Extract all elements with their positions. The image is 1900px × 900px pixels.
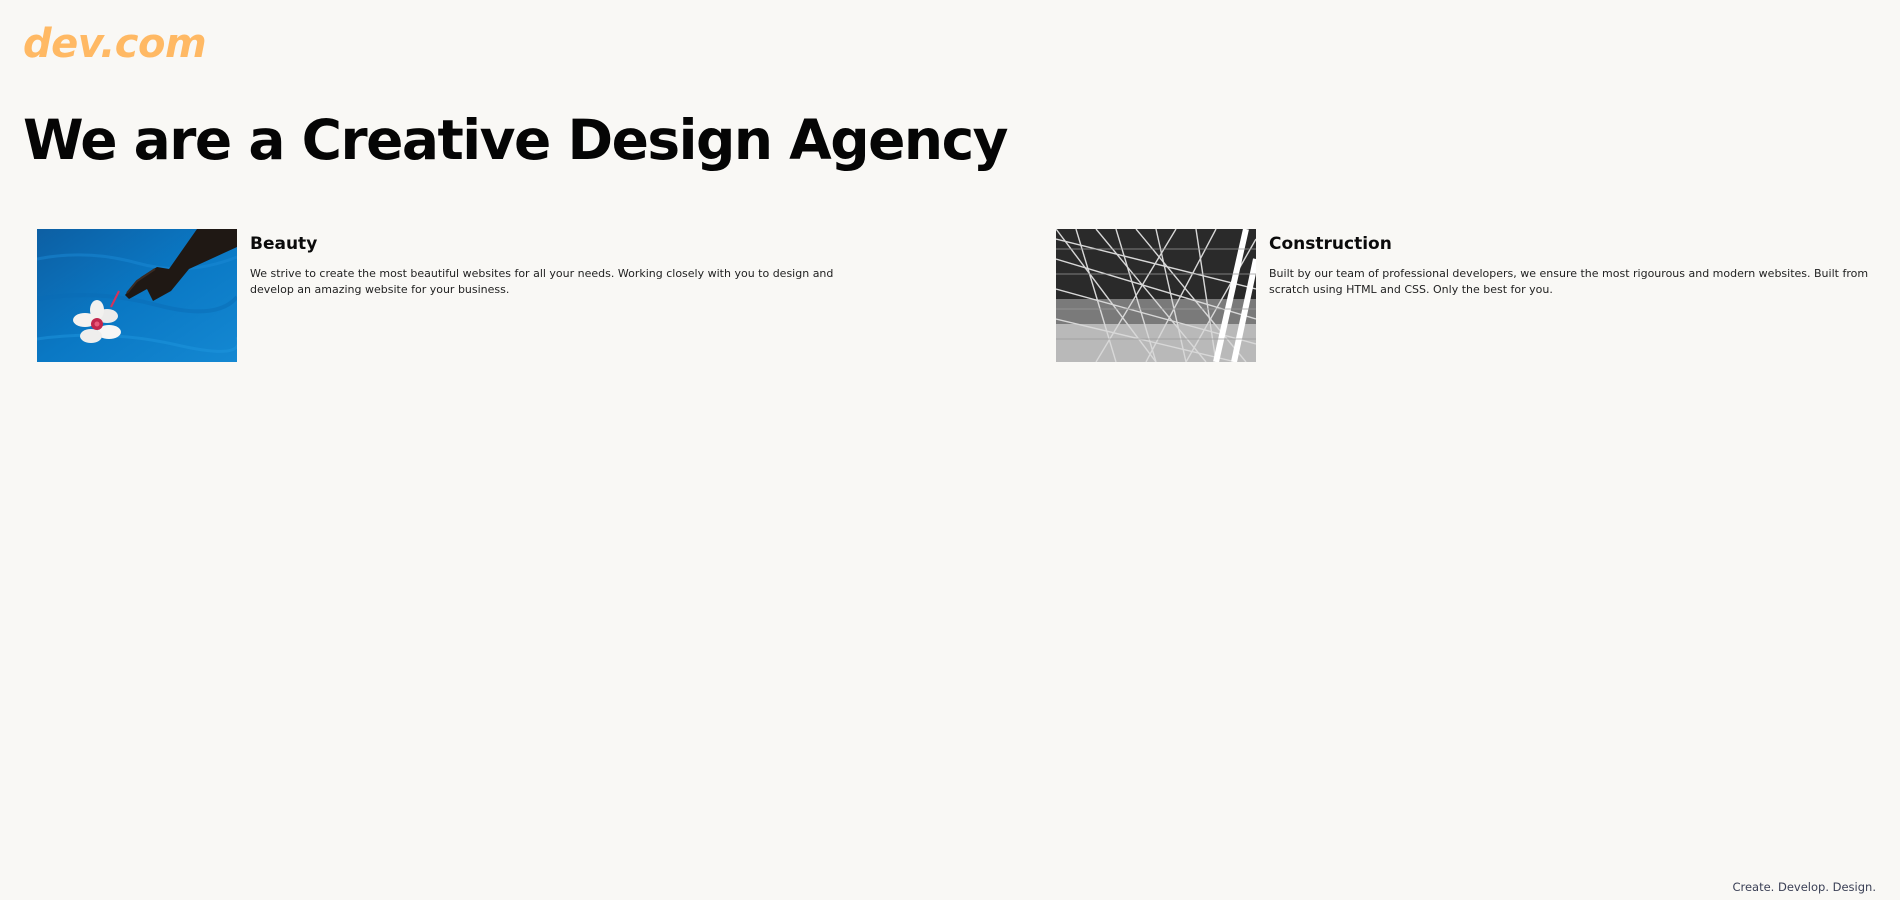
card-body: Construction Built by our team of profes… [1269, 229, 1874, 298]
card-title: Construction [1269, 234, 1392, 254]
service-card-construction: Construction Built by our team of profes… [1056, 229, 1874, 362]
beauty-photo [37, 229, 237, 362]
card-title: Beauty [250, 234, 318, 254]
card-body: Beauty We strive to create the most beau… [250, 229, 855, 298]
hero-title: We are a Creative Design Agency [23, 108, 1009, 172]
page: dev.com We are a Creative Design Agency [0, 0, 1900, 900]
construction-photo [1056, 229, 1256, 362]
logo-link[interactable]: dev.com [23, 14, 207, 74]
footer-tagline: Create. Develop. Design. [1732, 880, 1876, 894]
service-card-beauty: Beauty We strive to create the most beau… [37, 229, 855, 362]
card-description: We strive to create the most beautiful w… [250, 267, 834, 296]
card-description: Built by our team of professional develo… [1269, 267, 1869, 296]
